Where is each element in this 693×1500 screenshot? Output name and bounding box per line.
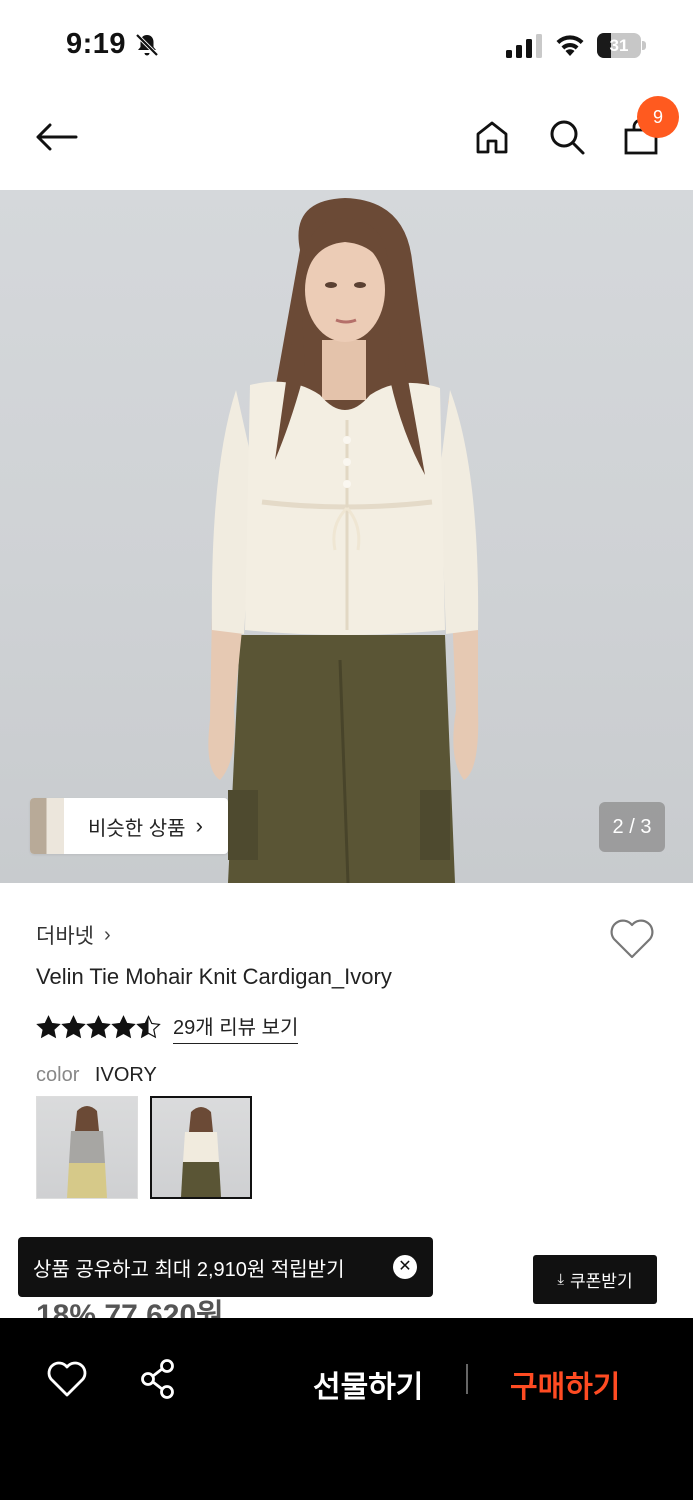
close-icon[interactable]: ✕ xyxy=(393,1255,417,1279)
product-image[interactable] xyxy=(0,190,693,883)
brand-link[interactable]: 더바넷 › xyxy=(36,920,111,950)
share-icon[interactable] xyxy=(138,1358,178,1400)
star-icon xyxy=(111,1014,136,1038)
model-photo xyxy=(208,198,479,883)
heart-icon[interactable] xyxy=(46,1360,88,1398)
download-icon: ⤓ xyxy=(557,1271,565,1288)
toast-text: 상품 공유하고 최대 2,910원 적립받기 xyxy=(33,1258,345,1281)
star-rating xyxy=(36,1014,161,1040)
color-label: color xyxy=(36,1064,80,1086)
status-bar: 9:19 31 xyxy=(0,0,693,92)
bell-muted-icon xyxy=(135,33,159,57)
star-icon xyxy=(61,1014,86,1038)
swatch-model-image xyxy=(67,1106,107,1198)
star-icon xyxy=(36,1014,61,1038)
similar-products-label: 비슷한 상품 xyxy=(88,817,186,840)
cell-signal-icon xyxy=(506,34,542,58)
similar-products-thumbnail xyxy=(30,798,64,854)
gift-button[interactable]: 선물하기 xyxy=(313,1362,423,1406)
chevron-right-icon: › xyxy=(103,923,111,946)
search-button[interactable] xyxy=(543,113,591,161)
battery-icon: 31 xyxy=(597,33,647,58)
star-icon xyxy=(136,1014,161,1038)
color-row: color IVORY xyxy=(36,1064,157,1087)
color-swatch-grey[interactable] xyxy=(36,1096,138,1199)
brand-name: 더바넷 xyxy=(36,925,94,948)
coupon-download-button[interactable]: ⤓ 쿠폰받기 xyxy=(533,1255,657,1304)
cart-count-badge: 9 xyxy=(637,96,679,138)
share-reward-toast: 상품 공유하고 최대 2,910원 적립받기 ✕ xyxy=(18,1237,433,1297)
coupon-label: 쿠폰받기 xyxy=(570,1272,633,1291)
battery-level: 31 xyxy=(609,36,629,55)
review-link[interactable]: 29개 리뷰 보기 xyxy=(173,1011,299,1044)
color-swatch-ivory[interactable] xyxy=(150,1096,252,1199)
star-icon xyxy=(86,1014,111,1038)
home-icon xyxy=(476,121,508,154)
bottom-action-bar: 선물하기 구매하기 xyxy=(0,1318,693,1500)
arrow-left-icon xyxy=(36,123,78,151)
status-time: 9:19 xyxy=(66,28,127,60)
buy-button[interactable]: 구매하기 xyxy=(510,1362,620,1406)
similar-products-button[interactable]: 비슷한 상품 › xyxy=(30,798,228,854)
rating-row: 29개 리뷰 보기 xyxy=(36,1011,299,1044)
wifi-icon xyxy=(556,35,584,56)
back-button[interactable] xyxy=(32,113,80,161)
product-name: Velin Tie Mohair Knit Cardigan_Ivory xyxy=(36,964,392,989)
top-nav xyxy=(0,92,693,190)
wishlist-heart-icon[interactable] xyxy=(608,917,656,961)
color-value: IVORY xyxy=(94,1064,157,1086)
swatch-model-image xyxy=(181,1107,221,1197)
chevron-right-icon: › xyxy=(195,813,203,838)
image-page-indicator: 2 / 3 xyxy=(599,802,665,852)
divider xyxy=(466,1364,468,1394)
home-button[interactable] xyxy=(468,113,516,161)
search-icon xyxy=(550,120,585,155)
